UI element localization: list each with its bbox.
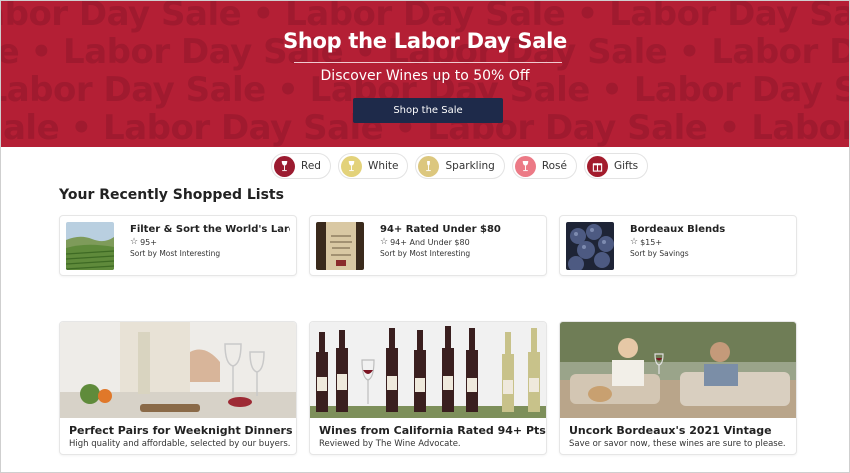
rose-wine-icon <box>514 155 536 177</box>
feature-card[interactable]: Uncork Bordeaux's 2021 Vintage Save or s… <box>559 321 797 455</box>
list-rating: ☆ 95+ <box>130 237 157 247</box>
chip-label: Sparkling <box>445 160 495 172</box>
wine-label-thumbnail <box>316 222 364 270</box>
star-icon: ☆ <box>380 237 389 247</box>
recent-list-card[interactable]: Bordeaux Blends ☆ $15+ Sort by Savings <box>559 215 797 276</box>
grapes-thumbnail <box>566 222 614 270</box>
list-title: 94+ Rated Under $80 <box>380 224 501 235</box>
chip-label: Gifts <box>614 160 639 172</box>
gift-icon <box>587 155 608 177</box>
list-rating: ☆ 94+ And Under $80 <box>380 237 470 247</box>
list-sort: Sort by Savings <box>630 249 689 258</box>
hero-banner[interactable]: Labor Day Sale • Labor Day Sale • Labor … <box>1 1 849 147</box>
list-sort: Sort by Most Interesting <box>380 249 471 258</box>
chip-sparkling[interactable]: Sparkling <box>415 153 505 179</box>
feature-card[interactable]: Perfect Pairs for Weeknight Dinners High… <box>59 321 297 455</box>
star-icon: ☆ <box>130 237 139 247</box>
chip-gifts[interactable]: Gifts <box>584 153 649 179</box>
sparkling-wine-icon <box>418 155 440 177</box>
hero-divider <box>294 62 562 63</box>
list-rating-text: $15+ <box>640 237 663 247</box>
list-title: Bordeaux Blends <box>630 224 726 235</box>
chip-red[interactable]: Red <box>271 153 331 179</box>
feature-title: Wines from California Rated 94+ Pts <box>319 424 546 437</box>
star-icon: ☆ <box>630 237 639 247</box>
chip-label: Red <box>301 160 321 172</box>
white-wine-icon <box>340 155 362 177</box>
feature-title: Perfect Pairs for Weeknight Dinners <box>69 424 293 437</box>
chip-label: Rosé <box>541 160 567 172</box>
hero-title: Shop the Labor Day Sale <box>283 29 567 53</box>
vineyard-thumbnail <box>66 222 114 270</box>
category-chips: Red White Sparkling Rosé Gifts <box>271 153 649 179</box>
recent-list-card[interactable]: Filter & Sort the World's Largest... ☆ 9… <box>59 215 297 276</box>
list-rating-text: 95+ <box>140 237 157 247</box>
feature-subtitle: Reviewed by The Wine Advocate. <box>319 439 461 449</box>
chip-label: White <box>367 160 399 172</box>
list-title: Filter & Sort the World's Largest... <box>130 224 290 235</box>
recent-list-card[interactable]: 94+ Rated Under $80 ☆ 94+ And Under $80 … <box>309 215 547 276</box>
list-sort: Sort by Most Interesting <box>130 249 221 258</box>
recent-lists-title: Your Recently Shopped Lists <box>59 187 284 203</box>
feature-subtitle: Save or savor now, these wines are sure … <box>569 439 786 449</box>
feature-card[interactable]: Wines from California Rated 94+ Pts Revi… <box>309 321 547 455</box>
hero-subtitle: Discover Wines up to 50% Off <box>320 68 530 84</box>
feature-title: Uncork Bordeaux's 2021 Vintage <box>569 424 772 437</box>
shop-the-sale-button[interactable]: Shop the Sale <box>353 98 503 123</box>
dinner-pairing-image <box>60 322 296 418</box>
feature-subtitle: High quality and affordable, selected by… <box>69 439 291 449</box>
list-rating: ☆ $15+ <box>630 237 662 247</box>
california-wines-image <box>310 322 546 418</box>
bordeaux-couple-image <box>560 322 796 418</box>
chip-white[interactable]: White <box>337 153 409 179</box>
red-wine-icon <box>274 155 295 177</box>
chip-rose[interactable]: Rosé <box>511 153 577 179</box>
list-rating-text: 94+ And Under $80 <box>390 237 470 247</box>
